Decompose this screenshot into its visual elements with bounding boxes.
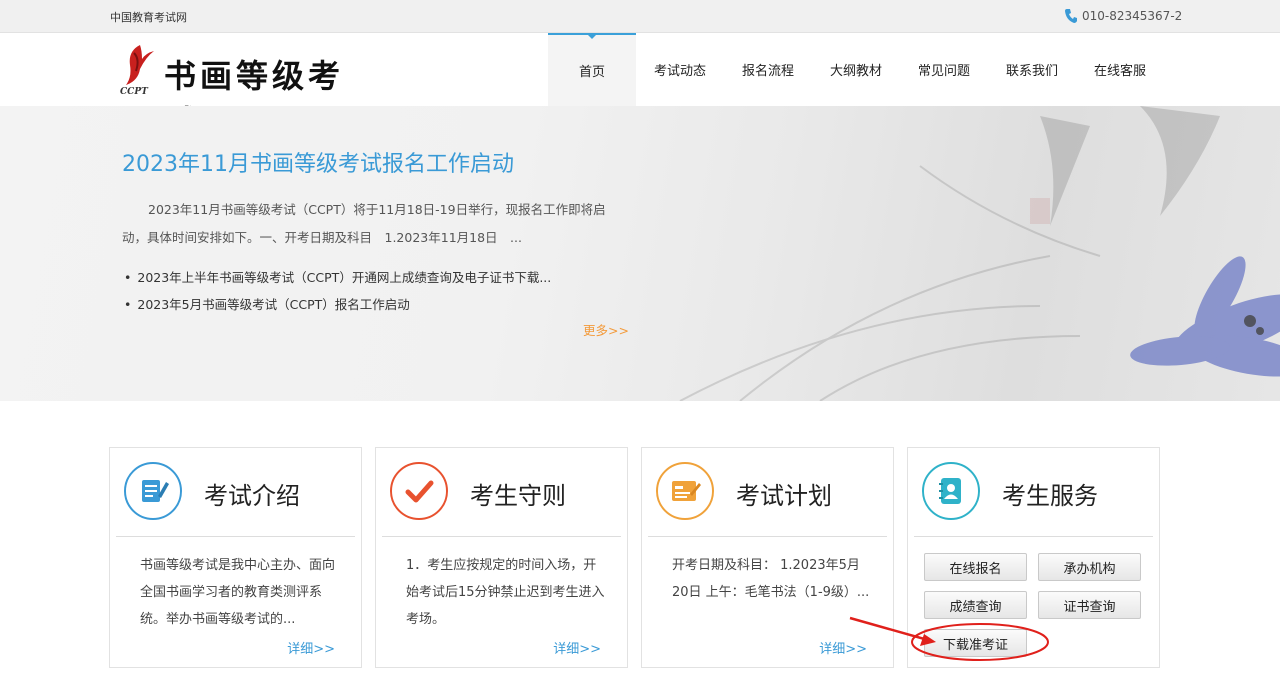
detail-link[interactable]: 详细>> (819, 638, 867, 657)
top-bar: 中国教育考试网 010-82345367-2 (0, 0, 1280, 33)
divider (648, 536, 887, 537)
site-logo[interactable]: CCPT 书画等级考试 (120, 43, 360, 141)
nav-item-syllabus[interactable]: 大纲教材 (812, 33, 900, 106)
ink-painting-decoration (679, 106, 1280, 401)
nav-item-exam-news[interactable]: 考试动态 (636, 33, 724, 106)
card-exam-plan: 考试计划 开考日期及科目： 1.2023年5月20日 上午：毛笔书法（1-9级）… (641, 447, 894, 668)
checkmark-icon (390, 462, 448, 520)
card-title: 考生守则 (470, 482, 566, 510)
score-query-button[interactable]: 成绩查询 (924, 591, 1027, 619)
news-item[interactable]: 2023年上半年书画等级考试（CCPT）开通网上成绩查询及电子证书下载... (124, 264, 551, 291)
site-name-link[interactable]: 中国教育考试网 (110, 9, 187, 25)
news-list: 2023年上半年书画等级考试（CCPT）开通网上成绩查询及电子证书下载... 2… (124, 264, 551, 318)
online-registration-button[interactable]: 在线报名 (924, 553, 1027, 581)
main-nav: 首页 考试动态 报名流程 大纲教材 常见问题 联系我们 在线客服 (548, 33, 1164, 106)
document-edit-icon (124, 462, 182, 520)
certificate-query-button[interactable]: 证书查询 (1038, 591, 1141, 619)
card-title: 考试计划 (736, 482, 832, 510)
card-exam-intro: 考试介绍 书画等级考试是我中心主办、面向全国书画学习者的教育类测评系统。举办书画… (109, 447, 362, 668)
phone-icon (1065, 9, 1077, 23)
nav-item-contact[interactable]: 联系我们 (988, 33, 1076, 106)
divider (116, 536, 355, 537)
headline-link[interactable]: 2023年11月书画等级考试报名工作启动 (122, 146, 514, 178)
card-candidate-services: 考生服务 在线报名 承办机构 成绩查询 证书查询 下载准考证 (907, 447, 1160, 668)
headline-summary: 2023年11月书画等级考试（CCPT）将于11月18日-19日举行，现报名工作… (122, 202, 606, 245)
host-institutions-button[interactable]: 承办机构 (1038, 553, 1141, 581)
card-body: 1．考生应按规定的时间入场，开始考试后15分钟禁止迟到考生进入考场。 (406, 558, 605, 627)
divider (914, 536, 1153, 537)
card-candidate-rules: 考生守则 1．考生应按规定的时间入场，开始考试后15分钟禁止迟到考生进入考场。 … (375, 447, 628, 668)
hero-banner: 2023年11月书画等级考试报名工作启动 2023年11月书画等级考试（CCPT… (0, 106, 1280, 401)
nav-item-faq[interactable]: 常见问题 (900, 33, 988, 106)
address-book-icon (922, 462, 980, 520)
detail-link[interactable]: 详细>> (287, 638, 335, 657)
header: CCPT 书画等级考试 首页 考试动态 报名流程 大纲教材 常见问题 联系我们 … (0, 33, 1280, 141)
nav-item-registration-process[interactable]: 报名流程 (724, 33, 812, 106)
nav-item-online-service[interactable]: 在线客服 (1076, 33, 1164, 106)
detail-link[interactable]: 详细>> (553, 638, 601, 657)
divider (382, 536, 621, 537)
card-body: 开考日期及科目： 1.2023年5月20日 上午：毛笔书法（1-9级）... (672, 558, 870, 600)
download-admission-ticket-button[interactable]: 下载准考证 (924, 629, 1027, 657)
phone-contact: 010-82345367-2 (1064, 8, 1182, 24)
card-body: 书画等级考试是我中心主办、面向全国书画学习者的教育类测评系统。举办书画等级考试的… (140, 558, 336, 627)
schedule-icon (656, 462, 714, 520)
card-title: 考试介绍 (204, 482, 300, 510)
nav-item-home[interactable]: 首页 (548, 33, 636, 106)
more-news-link[interactable]: 更多>> (583, 320, 629, 339)
news-item[interactable]: 2023年5月书画等级考试（CCPT）报名工作启动 (124, 291, 551, 318)
card-title: 考生服务 (1002, 482, 1098, 510)
phone-number: 010-82345367-2 (1082, 9, 1183, 23)
logo-abbr: CCPT (120, 87, 148, 97)
feature-cards: 考试介绍 书画等级考试是我中心主办、面向全国书画学习者的教育类测评系统。举办书画… (109, 447, 1160, 668)
